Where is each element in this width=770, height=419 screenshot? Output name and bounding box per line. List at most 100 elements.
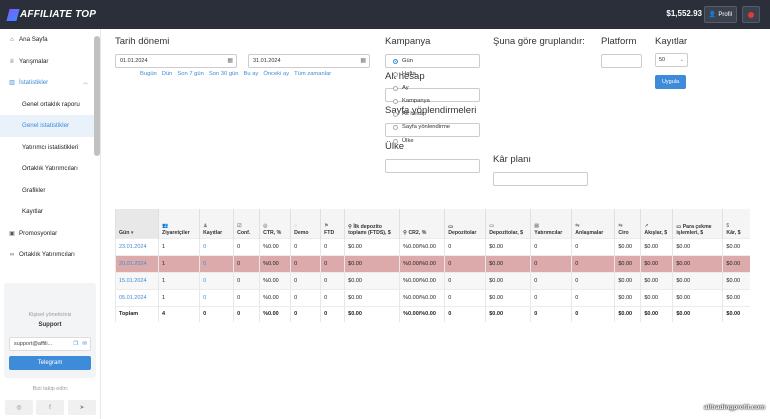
sidebar-item-registrations[interactable]: Kayıtlar	[0, 201, 100, 223]
column-header-withdrawals[interactable]: ▭ Para çekme işlemleri, $	[672, 209, 723, 238]
quick-range-prev-month[interactable]: Önceki ay	[263, 71, 289, 77]
brand-logo[interactable]: AFFILIATE TOP	[6, 8, 96, 21]
sidebar-item-investor-stats[interactable]: Yatırımcı istatistikleri	[0, 137, 100, 159]
column-header-day[interactable]: Gün ▾	[114, 209, 159, 238]
platform-input[interactable]	[601, 54, 642, 68]
sidebar-item-general-stats[interactable]: Genel istatistikler	[0, 115, 100, 137]
sidebar-item-home[interactable]: ⌂ Ana Sayfa	[0, 29, 100, 51]
date-link[interactable]: 05.01.2024	[119, 295, 147, 301]
quick-range-30-days[interactable]: Son 30 gün	[209, 71, 239, 77]
column-header-investors[interactable]: ▤ Yatırımcılar	[530, 209, 572, 238]
date-link[interactable]: 15.01.2024	[119, 278, 147, 284]
date-link[interactable]: 23.01.2024	[119, 244, 147, 250]
table-cell: $0.00	[672, 254, 723, 272]
date-to-value: 31.01.2024	[253, 58, 281, 64]
table-cell: 0	[233, 271, 260, 289]
table-cell: 0	[571, 271, 615, 289]
table-cell: 0	[199, 288, 234, 306]
column-header-demo[interactable]: ◌ Demo	[290, 209, 321, 238]
group-option-day[interactable]: Gün	[393, 58, 413, 64]
language-button[interactable]	[742, 6, 760, 23]
sidebar-item-label: İstatistikler	[19, 79, 49, 87]
column-header-registrations[interactable]: ♟ Kayıtlar	[199, 209, 234, 238]
telegram-button[interactable]: Telegram	[9, 356, 91, 370]
instagram-icon: ◎	[16, 405, 22, 411]
sidebar-item-contests[interactable]: ♕ Yarışmalar	[0, 51, 100, 73]
column-header-conf[interactable]: ☑ Conf.	[233, 209, 260, 238]
quick-range-all-time[interactable]: Tüm zamanlar	[294, 71, 331, 77]
column-header-visitors[interactable]: 👥 Ziyaretçiler	[158, 209, 200, 238]
chevron-up-icon: ︿	[82, 80, 88, 87]
table-cell: 0	[290, 237, 321, 255]
group-option-redirect[interactable]: Sayfa yönlendirme	[393, 124, 450, 130]
column-header-cr2[interactable]: ⚲ CR2, %	[399, 209, 445, 238]
table-cell: 23.01.2024	[114, 237, 159, 255]
column-header-label: Depozitolar, $	[489, 229, 523, 236]
quick-range-yesterday[interactable]: Dün	[162, 71, 173, 77]
sidebar-scrollbar[interactable]	[94, 36, 100, 156]
column-header-deposits-usd[interactable]: ▭ Depozitolar, $	[485, 209, 531, 238]
social-facebook[interactable]: f	[36, 400, 64, 415]
support-email-field[interactable]: support@affili... ❐ ✉	[9, 337, 91, 351]
quick-range-7-days[interactable]: Son 7 gün	[177, 71, 203, 77]
table-cell: $0.00	[640, 288, 673, 306]
table-total-cell: 0	[444, 305, 486, 322]
sidebar-item-affiliate-investors[interactable]: Ortaklık Yatırımcıları	[0, 158, 100, 180]
turnover-icon: ⇆	[618, 222, 623, 229]
column-header-ftd[interactable]: ⚑ FTD	[320, 209, 345, 238]
profit-plan-input[interactable]	[493, 172, 588, 186]
group-option-week[interactable]: Hafta	[393, 71, 416, 77]
sidebar-item-affiliate-report[interactable]: Genel ortaklık raporu	[0, 94, 100, 116]
column-header-deposits[interactable]: ▭ Depozitolar	[444, 209, 486, 238]
group-option-country[interactable]: Ülke	[393, 138, 414, 144]
group-option-subaccount[interactable]: Alt hesap	[393, 111, 426, 117]
registrations-link[interactable]: 0	[203, 261, 206, 267]
table-cell: $0.00	[672, 237, 723, 255]
sidebar-item-label: Promosyonlar	[19, 229, 58, 237]
link-icon: ∞	[9, 251, 15, 258]
group-option-label: Hafta	[402, 71, 416, 77]
records-value: 50	[659, 57, 666, 63]
column-header-ctr[interactable]: ◎ CTR, %	[259, 209, 291, 238]
group-option-campaign[interactable]: Kampanya	[393, 98, 430, 104]
column-header-flows[interactable]: ↗ Akışlar, $	[640, 209, 673, 238]
column-header-ftds[interactable]: ⚲ İlk depozito toplamı (FTDS), $	[344, 209, 400, 238]
column-header-deals[interactable]: ⇆ Anlaşmalar	[571, 209, 615, 238]
table-total-cell: $0.00	[344, 305, 400, 322]
calendar-icon[interactable]: ▦	[227, 57, 233, 64]
sidebar-item-statistics[interactable]: ▥ İstatistikler ︿	[0, 72, 100, 94]
table-cell: $0.00	[344, 271, 400, 289]
records-select[interactable]: 50 ⌄	[655, 53, 688, 67]
column-header-profit[interactable]: $ Kâr, $	[722, 209, 750, 238]
calendar-icon[interactable]: ▦	[360, 57, 366, 64]
table-total-cell: 0	[320, 305, 345, 322]
column-header-turnover[interactable]: ⇆ Ciro	[614, 209, 641, 238]
campaign-label: Kampanya	[385, 36, 431, 47]
sidebar-item-promotions[interactable]: ▣ Promosyonlar	[0, 223, 100, 245]
mail-icon[interactable]: ✉	[82, 341, 87, 347]
registrations-link[interactable]: 0	[203, 244, 206, 250]
group-option-month[interactable]: Ay	[393, 85, 409, 91]
social-telegram[interactable]: ➤	[68, 400, 96, 415]
quick-range-this-month[interactable]: Bu ay	[244, 71, 259, 77]
column-header-label: Gün	[119, 229, 130, 236]
sidebar-item-affiliate-investors-2[interactable]: ∞ Ortaklık Yatırımcıları	[0, 244, 100, 266]
registrations-link[interactable]: 0	[203, 278, 206, 284]
profile-button[interactable]: 👤 Profil	[703, 6, 737, 23]
apply-button[interactable]: Uygula	[655, 75, 686, 89]
registrations-link[interactable]: 0	[203, 295, 206, 301]
facebook-icon: f	[49, 404, 51, 411]
table-cell: 0	[571, 237, 615, 255]
quick-range-today[interactable]: Bugün	[140, 71, 157, 77]
table-cell: 0	[320, 271, 345, 289]
date-link[interactable]: 20.01.2024	[119, 261, 147, 267]
table-cell: 0	[444, 271, 486, 289]
date-to-input[interactable]: 31.01.2024 ▦	[248, 54, 370, 68]
column-header-label: CR2, %	[408, 229, 427, 236]
sidebar-item-charts[interactable]: Grafikler	[0, 180, 100, 202]
copy-icon[interactable]: ❐	[73, 341, 78, 347]
radio-icon	[393, 138, 398, 144]
country-input[interactable]	[385, 159, 480, 173]
social-instagram[interactable]: ◎	[5, 400, 33, 415]
date-from-input[interactable]: 01.01.2024 ▦	[115, 54, 237, 68]
